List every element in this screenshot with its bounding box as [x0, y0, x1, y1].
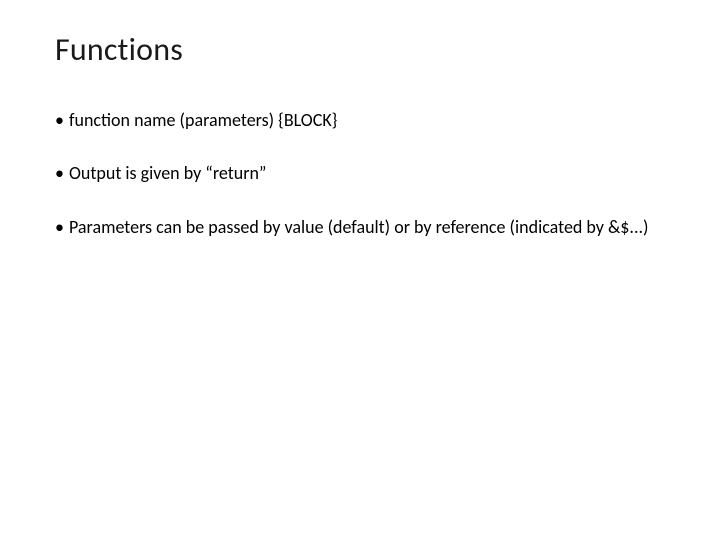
- slide: Functions function name (parameters) {BL…: [0, 0, 720, 540]
- bullet-item: Parameters can be passed by value (defau…: [55, 216, 665, 239]
- slide-title: Functions: [55, 30, 665, 69]
- bullet-list: function name (parameters) {BLOCK} Outpu…: [55, 109, 665, 239]
- bullet-item: function name (parameters) {BLOCK}: [55, 109, 665, 132]
- bullet-item: Output is given by “return”: [55, 162, 665, 185]
